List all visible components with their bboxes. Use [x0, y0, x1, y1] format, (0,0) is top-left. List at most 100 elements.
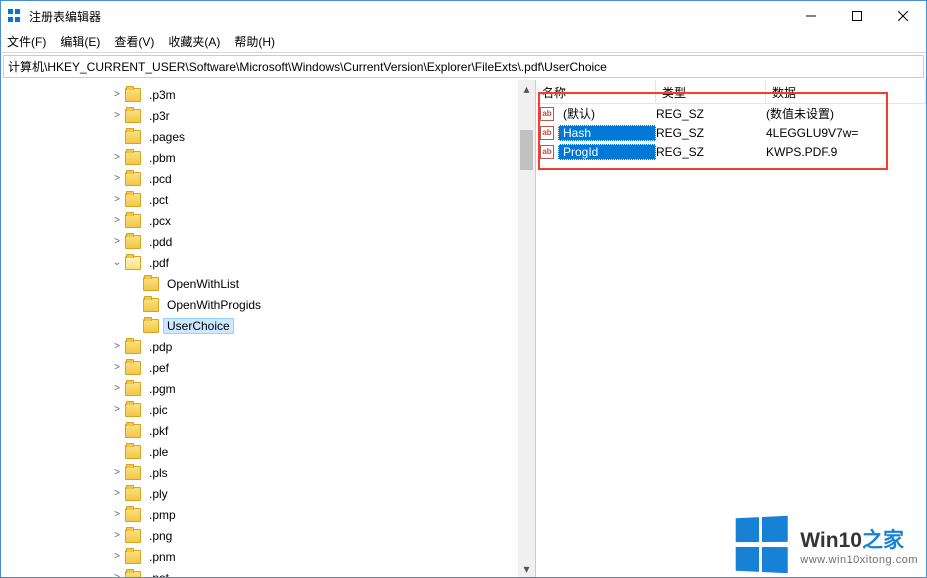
- tree-item[interactable]: OpenWithProgids: [111, 294, 535, 315]
- tree-item-label: .pcx: [145, 213, 175, 229]
- col-data[interactable]: 数据: [766, 80, 926, 103]
- expander-icon[interactable]: >: [111, 194, 123, 205]
- string-value-icon: ab: [540, 107, 554, 121]
- tree-item[interactable]: UserChoice: [111, 315, 535, 336]
- tree-item-label: .pgm: [145, 381, 180, 397]
- expander-icon[interactable]: >: [111, 110, 123, 121]
- folder-icon: [125, 571, 141, 578]
- tree-item[interactable]: >.pcd: [111, 168, 535, 189]
- list-row[interactable]: abProgIdREG_SZKWPS.PDF.9: [536, 142, 926, 161]
- col-name[interactable]: 名称: [536, 80, 656, 103]
- tree-item-label: OpenWithProgids: [163, 297, 265, 313]
- expander-icon[interactable]: >: [111, 173, 123, 184]
- maximize-button[interactable]: [834, 1, 880, 31]
- address-bar[interactable]: 计算机\HKEY_CURRENT_USER\Software\Microsoft…: [3, 55, 924, 78]
- tree-item[interactable]: .pages: [111, 126, 535, 147]
- tree-item[interactable]: > .pls: [111, 462, 535, 483]
- scroll-down-icon[interactable]: ▾: [518, 560, 535, 577]
- folder-icon: [125, 550, 141, 564]
- expander-icon[interactable]: ⌄: [111, 257, 123, 268]
- expander-icon[interactable]: >: [111, 383, 123, 394]
- window-title: 注册表编辑器: [29, 8, 788, 25]
- minimize-button[interactable]: [788, 1, 834, 31]
- expander-icon[interactable]: >: [111, 488, 123, 499]
- folder-icon: [125, 235, 141, 249]
- menubar: 文件(F) 编辑(E) 查看(V) 收藏夹(A) 帮助(H): [1, 31, 926, 53]
- tree-item-label: .p3r: [145, 108, 174, 124]
- expander-icon[interactable]: >: [111, 215, 123, 226]
- tree-item[interactable]: OpenWithList: [111, 273, 535, 294]
- folder-icon: [125, 382, 141, 396]
- folder-icon: [143, 277, 159, 291]
- folder-icon: [125, 130, 141, 144]
- tree-item[interactable]: >.png: [111, 525, 535, 546]
- expander-icon[interactable]: >: [111, 236, 123, 247]
- folder-icon: [125, 403, 141, 417]
- expander-icon[interactable]: >: [111, 530, 123, 541]
- expander-icon[interactable]: >: [111, 509, 123, 520]
- tree-item-label: .p3m: [145, 87, 180, 103]
- tree-item-label: .pdp: [145, 339, 176, 355]
- expander-icon[interactable]: >: [111, 551, 123, 562]
- close-button[interactable]: [880, 1, 926, 31]
- tree-item[interactable]: .ple: [111, 441, 535, 462]
- cell-name: (默认): [558, 104, 656, 123]
- tree-item[interactable]: >.pnm: [111, 546, 535, 567]
- tree-item-label: .pdf: [145, 255, 173, 271]
- tree-item[interactable]: > .p3r: [111, 105, 535, 126]
- menu-file[interactable]: 文件(F): [7, 33, 46, 50]
- tree-item[interactable]: > .pct: [111, 189, 535, 210]
- menu-view[interactable]: 查看(V): [114, 33, 154, 50]
- tree-item[interactable]: >.pic: [111, 399, 535, 420]
- menu-edit[interactable]: 编辑(E): [60, 33, 100, 50]
- tree-item[interactable]: > .pgm: [111, 378, 535, 399]
- cell-type: REG_SZ: [656, 126, 766, 140]
- expander-icon[interactable]: >: [111, 362, 123, 373]
- tree-item-label: .pages: [145, 129, 189, 145]
- folder-icon: [125, 508, 141, 522]
- tree-item[interactable]: >.pdd: [111, 231, 535, 252]
- tree-item[interactable]: > .pcx: [111, 210, 535, 231]
- tree-item[interactable]: > .p3m: [111, 84, 535, 105]
- watermark-url: www.win10xitong.com: [800, 554, 918, 566]
- folder-icon: [125, 109, 141, 123]
- folder-icon: [125, 487, 141, 501]
- scroll-thumb[interactable]: [520, 130, 533, 170]
- tree-item[interactable]: > .pot: [111, 567, 535, 577]
- cell-name: ProgId: [558, 144, 656, 160]
- tree-item[interactable]: .pkf: [111, 420, 535, 441]
- tree-item[interactable]: >.pef: [111, 357, 535, 378]
- list-row[interactable]: ab(默认)REG_SZ(数值未设置): [536, 104, 926, 123]
- tree-item-label: .ply: [145, 486, 172, 502]
- expander-icon[interactable]: >: [111, 572, 123, 577]
- tree-item[interactable]: > .ply: [111, 483, 535, 504]
- expander-icon[interactable]: >: [111, 341, 123, 352]
- expander-icon[interactable]: >: [111, 152, 123, 163]
- expander-icon[interactable]: >: [111, 404, 123, 415]
- expander-icon[interactable]: >: [111, 467, 123, 478]
- folder-icon: [125, 340, 141, 354]
- folder-icon: [143, 319, 159, 333]
- menu-help[interactable]: 帮助(H): [234, 33, 275, 50]
- watermark: Win10之家 www.win10xitong.com: [734, 517, 918, 573]
- tree-item-label: .pls: [145, 465, 172, 481]
- tree-item[interactable]: >.pmp: [111, 504, 535, 525]
- folder-icon: [125, 193, 141, 207]
- col-type[interactable]: 类型: [656, 80, 766, 103]
- tree-scrollbar[interactable]: ▴ ▾: [518, 80, 535, 577]
- tree-item[interactable]: >.pbm: [111, 147, 535, 168]
- tree-item[interactable]: > .pdp: [111, 336, 535, 357]
- watermark-brand1: Win10: [800, 529, 862, 552]
- scroll-up-icon[interactable]: ▴: [518, 80, 535, 97]
- app-window: 注册表编辑器 文件(F) 编辑(E) 查看(V) 收藏夹(A) 帮助(H) 计算…: [0, 0, 927, 578]
- menu-favorites[interactable]: 收藏夹(A): [168, 33, 220, 50]
- folder-icon: [143, 298, 159, 312]
- cell-data: (数值未设置): [766, 105, 926, 122]
- windows-logo-icon: [736, 516, 791, 575]
- string-value-icon: ab: [540, 145, 554, 159]
- list-row[interactable]: abHashREG_SZ4LEGGLU9V7w=: [536, 123, 926, 142]
- tree-item-label: .pot: [145, 570, 173, 578]
- expander-icon[interactable]: >: [111, 89, 123, 100]
- tree-item-label: .pct: [145, 192, 172, 208]
- tree-item[interactable]: ⌄ .pdf: [111, 252, 535, 273]
